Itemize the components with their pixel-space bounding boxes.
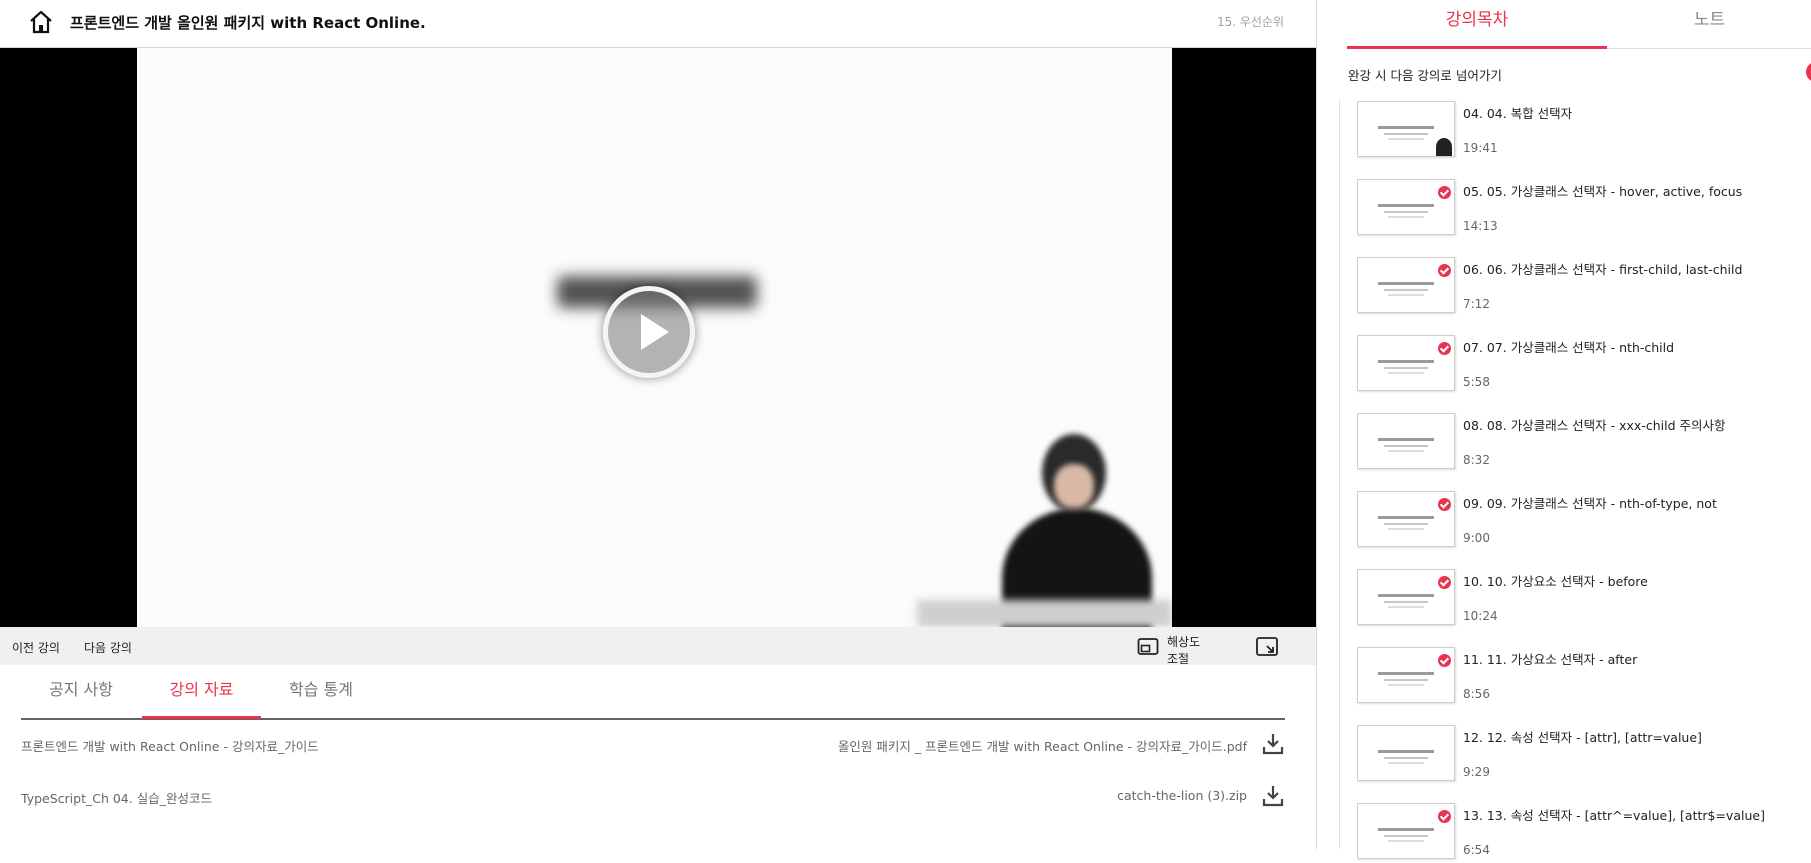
lesson-duration: 14:13: [1463, 219, 1498, 233]
lesson-item[interactable]: 09. 09. 가상클래스 선택자 - nth-of-type, not 9:00: [1357, 491, 1797, 551]
lesson-item[interactable]: 04. 04. 복합 선택자 19:41: [1357, 101, 1797, 161]
list-divider: [1339, 100, 1340, 849]
resolution-button[interactable]: 해상도 조절: [1137, 633, 1217, 666]
lesson-duration: 10:24: [1463, 609, 1498, 623]
presenter-image: [992, 428, 1172, 627]
lesson-thumbnail: [1357, 569, 1455, 625]
lesson-title: 08. 08. 가상클래스 선택자 - xxx-child 주의사항: [1463, 418, 1726, 433]
lesson-item[interactable]: 05. 05. 가상클래스 선택자 - hover, active, focus…: [1357, 179, 1797, 239]
autoplay-label: 완강 시 다음 강의로 넘어가기: [1348, 68, 1502, 83]
tab-notes[interactable]: 노트: [1607, 0, 1811, 49]
lesson-thumbnail: [1357, 335, 1455, 391]
material-row: TypeScript_Ch 04. 실습_완성코드 catch-the-lion…: [21, 784, 1285, 808]
material-name: 프론트엔드 개발 with React Online - 강의자료_가이드: [21, 739, 319, 754]
blurred-desk: [917, 600, 1172, 627]
autoplay-toggle[interactable]: [1806, 62, 1811, 82]
lesson-item[interactable]: 12. 12. 속성 선택자 - [attr], [attr=value] 9:2…: [1357, 725, 1797, 785]
play-icon[interactable]: [603, 286, 695, 378]
prev-lecture-button[interactable]: 이전 강의: [12, 639, 60, 656]
home-icon[interactable]: [28, 9, 54, 35]
lesson-thumbnail: [1357, 725, 1455, 781]
lesson-title: 07. 07. 가상클래스 선택자 - nth-child: [1463, 340, 1675, 355]
video-player[interactable]: [0, 48, 1316, 627]
lesson-item[interactable]: 07. 07. 가상클래스 선택자 - nth-child 5:58: [1357, 335, 1797, 395]
download-icon[interactable]: [1261, 732, 1285, 756]
lesson-title: 06. 06. 가상클래스 선택자 - first-child, last-ch…: [1463, 262, 1743, 277]
picture-in-picture-icon: [1137, 638, 1159, 655]
completed-check-icon: [1438, 342, 1451, 355]
material-row: 프론트엔드 개발 with React Online - 강의자료_가이드 올인…: [21, 732, 1285, 756]
video-control-bar: 이전 강의 다음 강의 해상도 조절: [0, 627, 1316, 666]
completed-check-icon: [1438, 810, 1451, 823]
course-title: 프론트엔드 개발 올인원 패키지 with React Online.: [70, 14, 426, 32]
lesson-duration: 8:32: [1463, 453, 1490, 467]
lesson-item[interactable]: 13. 13. 속성 선택자 - [attr^=value], [attr$=v…: [1357, 803, 1797, 863]
lesson-item[interactable]: 11. 11. 가상요소 선택자 - after 8:56: [1357, 647, 1797, 707]
course-header: 프론트엔드 개발 올인원 패키지 with React Online. 15. …: [0, 0, 1316, 48]
completed-check-icon: [1438, 654, 1451, 667]
lesson-title: 09. 09. 가상클래스 선택자 - nth-of-type, not: [1463, 496, 1717, 511]
lesson-item[interactable]: 08. 08. 가상클래스 선택자 - xxx-child 주의사항 8:32: [1357, 413, 1797, 473]
content-tabs: 공지 사항 강의 자료 학습 통계: [21, 665, 1285, 720]
tab-table-of-contents[interactable]: 강의목차: [1347, 0, 1607, 49]
completed-check-icon: [1438, 498, 1451, 511]
video-frame[interactable]: [137, 48, 1172, 627]
lesson-thumbnail: [1357, 413, 1455, 469]
lesson-thumbnail: [1357, 179, 1455, 235]
lesson-item[interactable]: 06. 06. 가상클래스 선택자 - first-child, last-ch…: [1357, 257, 1797, 317]
lesson-title: 10. 10. 가상요소 선택자 - before: [1463, 574, 1648, 589]
lesson-thumbnail: [1357, 101, 1455, 157]
completed-check-icon: [1438, 264, 1451, 277]
tab-materials[interactable]: 강의 자료: [142, 665, 261, 719]
lesson-title: 04. 04. 복합 선택자: [1463, 106, 1573, 121]
lesson-duration: 9:00: [1463, 531, 1490, 545]
download-icon[interactable]: [1261, 784, 1285, 808]
lesson-duration: 7:12: [1463, 297, 1490, 311]
current-lecture-label: 15. 우선순위: [1216, 15, 1284, 29]
fullscreen-icon[interactable]: [1255, 635, 1279, 659]
completed-check-icon: [1438, 186, 1451, 199]
next-lecture-button[interactable]: 다음 강의: [84, 639, 132, 656]
lesson-duration: 8:56: [1463, 687, 1490, 701]
lesson-duration: 6:54: [1463, 843, 1490, 857]
lesson-thumbnail: [1357, 491, 1455, 547]
lesson-item[interactable]: 10. 10. 가상요소 선택자 - before 10:24: [1357, 569, 1797, 629]
tab-stats[interactable]: 학습 통계: [261, 665, 381, 716]
material-file-link[interactable]: catch-the-lion (3).zip: [1117, 788, 1247, 803]
lesson-title: 13. 13. 속성 선택자 - [attr^=value], [attr$=v…: [1463, 808, 1765, 823]
lecture-sidebar: 강의목차 노트 완강 시 다음 강의로 넘어가기 04. 04. 복합 선택자 1…: [1316, 0, 1811, 859]
lesson-duration: 5:58: [1463, 375, 1490, 389]
completed-check-icon: [1438, 576, 1451, 589]
lesson-title: 11. 11. 가상요소 선택자 - after: [1463, 652, 1638, 667]
lesson-thumbnail: [1357, 803, 1455, 859]
resolution-label: 해상도 조절: [1167, 635, 1201, 666]
lesson-duration: 19:41: [1463, 141, 1498, 155]
material-name: TypeScript_Ch 04. 실습_완성코드: [21, 791, 212, 806]
tab-notice[interactable]: 공지 사항: [21, 665, 141, 716]
lesson-title: 05. 05. 가상클래스 선택자 - hover, active, focus: [1463, 184, 1743, 199]
material-file-link[interactable]: 올인원 패키지 _ 프론트엔드 개발 with React Online - 강…: [838, 736, 1247, 755]
lesson-thumbnail: [1357, 257, 1455, 313]
lesson-duration: 9:29: [1463, 765, 1490, 779]
lesson-thumbnail: [1357, 647, 1455, 703]
lesson-title: 12. 12. 속성 선택자 - [attr], [attr=value]: [1463, 730, 1702, 745]
